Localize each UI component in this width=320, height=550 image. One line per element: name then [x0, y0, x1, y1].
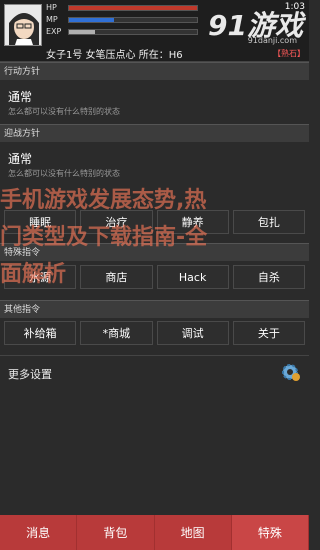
mp-label: MP — [46, 15, 58, 24]
intercept-policy-title: 迎战方针 — [0, 124, 309, 142]
hp-bar — [68, 5, 198, 11]
water-button[interactable]: 水源 — [4, 265, 77, 289]
basic-actions-row: 睡眠 治疗 静养 包扎 — [4, 210, 305, 234]
other-actions-row: 补给箱 *商城 调试 关于 — [4, 321, 305, 345]
avatar[interactable] — [4, 4, 42, 46]
tab-inventory[interactable]: 背包 — [77, 515, 155, 550]
intercept-policy-name: 通常 — [8, 152, 33, 166]
intercept-policy-option[interactable]: 通常 怎么都可以没有什么特别的状态 — [0, 142, 309, 182]
status-header: HP MP EXP 1:03 女子1号 女笔压点心 所在：H6 【熟石】 — [0, 0, 309, 62]
corner-tag: 【熟石】 — [273, 49, 305, 58]
exp-bar — [68, 29, 198, 35]
exp-label: EXP — [46, 27, 62, 36]
exp-fill — [69, 30, 95, 34]
action-policy-name: 通常 — [8, 90, 33, 104]
hp-fill — [69, 6, 197, 10]
supply-box-button[interactable]: 补给箱 — [4, 321, 77, 345]
hp-label: HP — [46, 3, 57, 12]
action-policy-option[interactable]: 通常 怎么都可以没有什么特别的状态 — [0, 80, 309, 124]
mp-bar — [68, 17, 198, 23]
tab-special[interactable]: 特殊 — [231, 515, 309, 550]
intercept-policy-desc: 怎么都可以没有什么特别的状态 — [8, 169, 120, 178]
bandage-button[interactable]: 包扎 — [232, 210, 305, 234]
action-policy-desc: 怎么都可以没有什么特别的状态 — [8, 107, 120, 116]
shop-button[interactable]: 商店 — [80, 265, 153, 289]
hack-button[interactable]: Hack — [156, 265, 229, 289]
more-settings-label[interactable]: 更多设置 — [8, 366, 52, 382]
tab-messages[interactable]: 消息 — [0, 515, 78, 550]
bottom-tab-bar: 消息 背包 地图 特殊 — [0, 515, 309, 550]
gear-icon[interactable] — [279, 361, 301, 383]
about-button[interactable]: 关于 — [232, 321, 305, 345]
debug-button[interactable]: 调试 — [156, 321, 229, 345]
rest-button[interactable]: 静养 — [156, 210, 229, 234]
character-info: 女子1号 女笔压点心 所在：H6 — [46, 50, 183, 61]
suicide-button[interactable]: 自杀 — [232, 265, 305, 289]
divider — [0, 355, 309, 356]
action-policy-title: 行动方针 — [0, 62, 309, 80]
sleep-button[interactable]: 睡眠 — [4, 210, 77, 234]
special-commands-title: 特殊指令 — [0, 243, 309, 261]
clock: 1:03 — [284, 2, 305, 12]
mp-fill — [69, 18, 114, 22]
tab-map[interactable]: 地图 — [155, 515, 232, 550]
heal-button[interactable]: 治疗 — [80, 210, 153, 234]
special-actions-row: 水源 商店 Hack 自杀 — [4, 265, 305, 289]
other-commands-title: 其他指令 — [0, 300, 309, 318]
mall-button[interactable]: *商城 — [80, 321, 153, 345]
